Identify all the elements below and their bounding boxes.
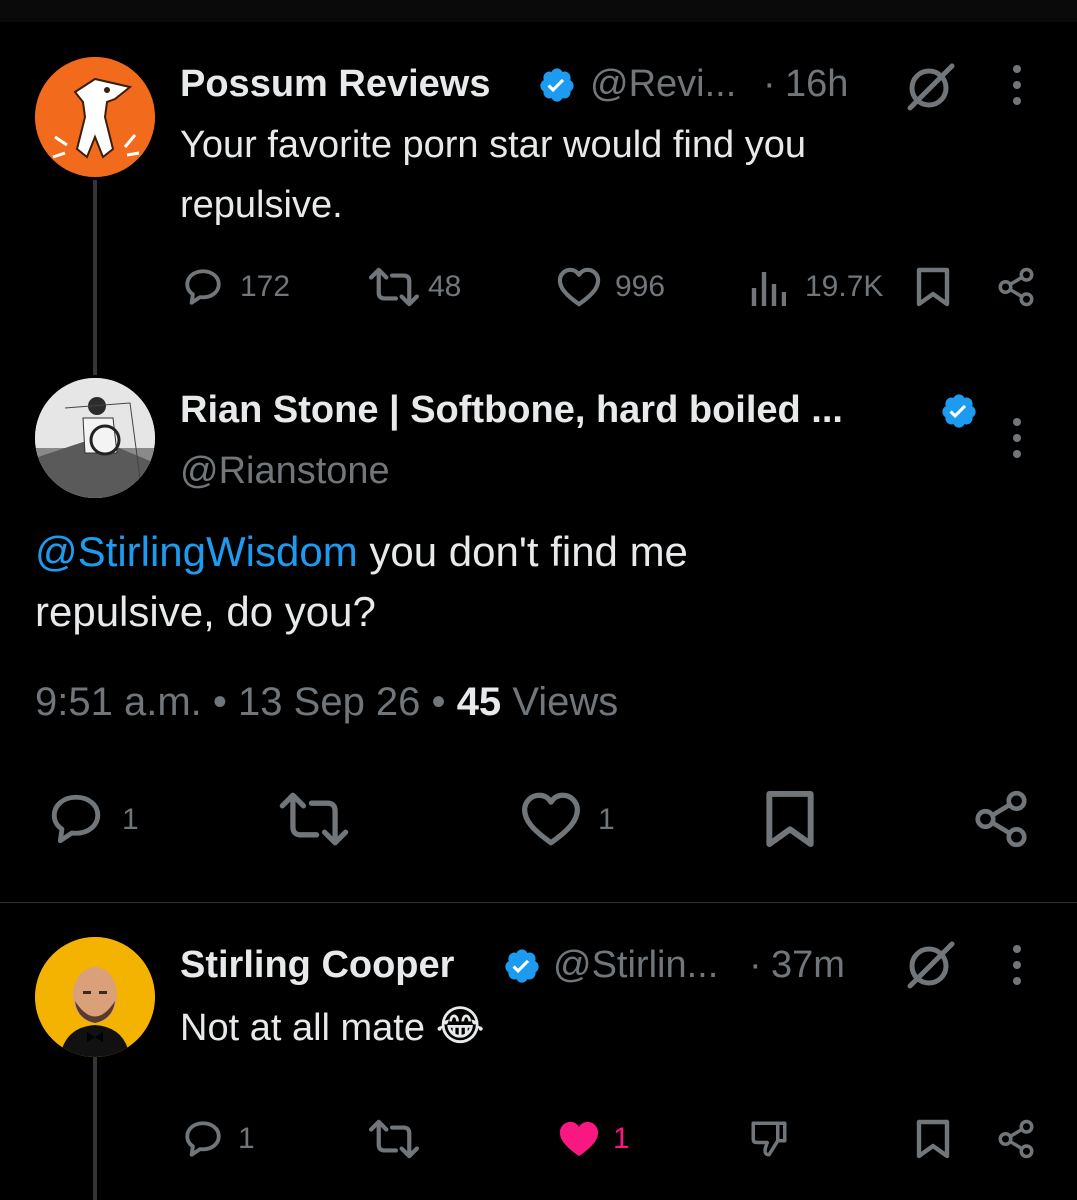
views-icon[interactable] <box>750 268 786 306</box>
reply-icon[interactable] <box>181 266 225 308</box>
verified-icon <box>940 392 978 435</box>
author-name[interactable]: Rian Stone | Softbone, hard boiled ... <box>180 389 925 432</box>
reply-icon[interactable] <box>181 1118 225 1160</box>
more-icon[interactable] <box>1008 944 1026 986</box>
avatar-stirling-cooper[interactable] <box>35 937 155 1057</box>
tweet-date[interactable]: 13 Sep 26 <box>238 680 420 724</box>
avatar-possum-reviews[interactable] <box>35 57 155 177</box>
share-icon[interactable] <box>995 266 1037 308</box>
divider <box>0 902 1077 903</box>
more-icon[interactable] <box>1008 64 1026 106</box>
laughing-emoji: 😂 <box>435 1002 485 1049</box>
separator-dot: · <box>749 944 762 986</box>
like-count: 1 <box>598 803 615 836</box>
bookmark-icon[interactable] <box>915 266 951 308</box>
share-icon[interactable] <box>995 1118 1037 1160</box>
reply-count: 1 <box>122 803 139 836</box>
timestamp[interactable]: 16h <box>785 63 848 106</box>
avatar-photo <box>35 378 155 498</box>
like-count: 996 <box>615 270 666 303</box>
thread-line <box>93 180 97 375</box>
avatar-rian-stone[interactable] <box>35 378 155 498</box>
meta-dot: • <box>431 680 446 724</box>
status-bar-strip <box>0 0 1077 22</box>
meta-dot: • <box>212 680 227 724</box>
verified-icon <box>538 66 576 109</box>
like-icon-filled[interactable] <box>556 1118 602 1160</box>
tweet-text: Not at all mate 😂 <box>180 996 485 1058</box>
views-label: Views <box>512 680 619 724</box>
reply-count: 1 <box>238 1122 255 1155</box>
tweet-text: @StirlingWisdom you don't find me repuls… <box>35 522 855 642</box>
retweet-icon[interactable] <box>277 790 351 848</box>
grok-icon[interactable] <box>904 940 956 990</box>
retweet-count: 48 <box>428 270 462 303</box>
timestamp[interactable]: 37m <box>771 944 845 987</box>
separator-dot: · <box>763 63 776 105</box>
reply-icon[interactable] <box>45 790 107 848</box>
like-icon[interactable] <box>518 790 584 848</box>
views-count: 45 <box>456 680 502 724</box>
views-count: 19.7K <box>805 270 884 303</box>
bookmark-icon[interactable] <box>762 788 818 850</box>
dislike-icon[interactable] <box>748 1118 790 1160</box>
author-name[interactable]: Possum Reviews <box>180 63 490 106</box>
retweet-icon[interactable] <box>368 266 420 308</box>
avatar-photo <box>35 937 155 1057</box>
retweet-icon[interactable] <box>368 1118 420 1160</box>
author-handle[interactable]: @Rianstone <box>180 450 390 493</box>
verified-icon <box>503 947 541 990</box>
tweet-text: Your favorite porn star would find you r… <box>180 124 806 226</box>
like-icon[interactable] <box>556 266 602 308</box>
mention-link[interactable]: @StirlingWisdom <box>35 528 358 575</box>
tweet-body: Not at all mate <box>180 1007 425 1049</box>
thread-line <box>93 1055 97 1200</box>
tweet-meta: 9:51 a.m. • 13 Sep 26 • 45 Views <box>35 680 618 725</box>
reply-count: 172 <box>240 270 291 303</box>
grok-icon[interactable] <box>904 62 956 112</box>
author-handle[interactable]: @Revi... <box>590 63 736 106</box>
author-name[interactable]: Stirling Cooper <box>180 944 454 987</box>
more-icon[interactable] <box>1008 417 1026 459</box>
possum-logo <box>35 57 155 177</box>
author-handle[interactable]: @Stirlin... <box>553 944 718 987</box>
like-count: 1 <box>613 1122 630 1155</box>
tweet-time[interactable]: 9:51 a.m. <box>35 680 202 724</box>
share-icon[interactable] <box>970 788 1032 850</box>
bookmark-icon[interactable] <box>915 1118 951 1160</box>
